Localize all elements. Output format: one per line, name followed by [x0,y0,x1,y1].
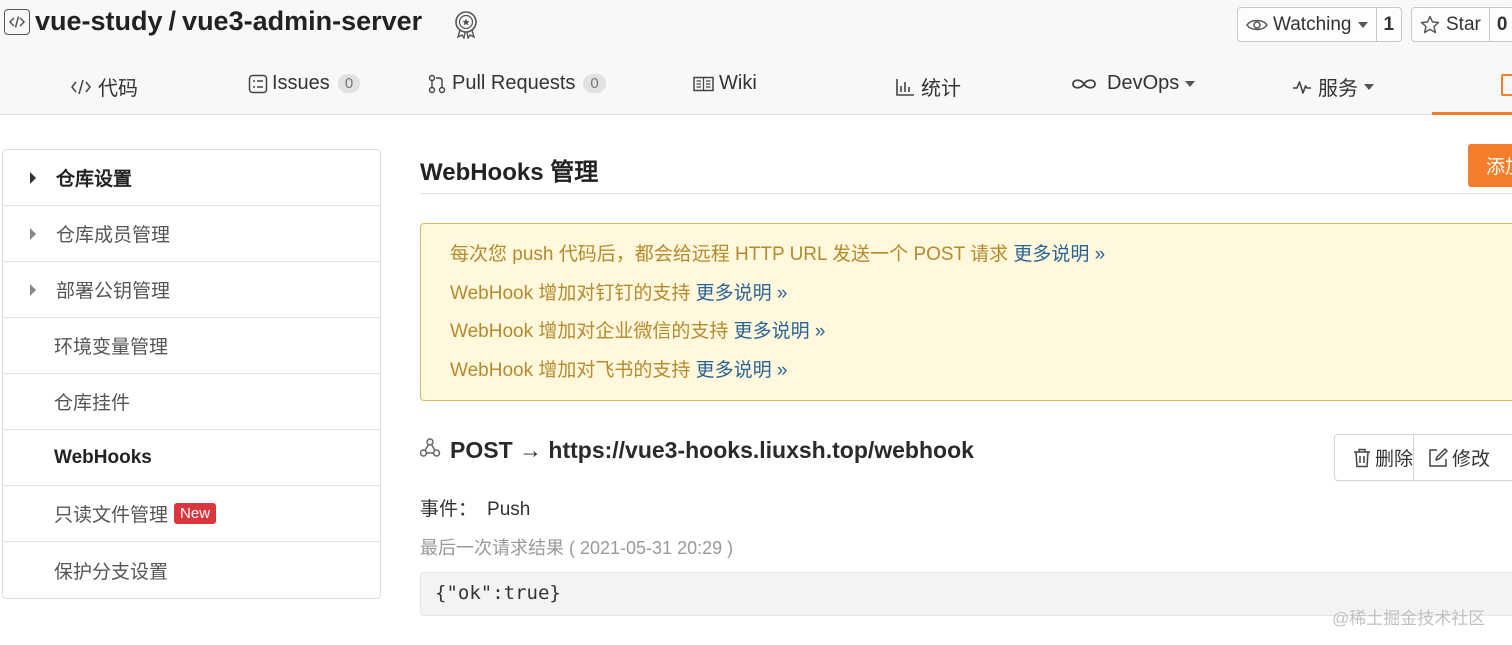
delete-label: 删除 [1375,449,1414,470]
infinity-icon [1072,78,1096,89]
sidebar-item-label: 仓库成员管理 [56,225,171,246]
sidebar-item-label: 仓库设置 [56,169,133,190]
more-info-link[interactable]: 更多说明 » [696,360,788,381]
tab-devops-label: DevOps [1107,72,1180,94]
more-info-link[interactable]: 更多说明 » [1013,244,1105,265]
edit-label: 修改 [1452,449,1491,470]
chevron-down-icon [1364,83,1374,90]
tab-issues-label: Issues [272,72,330,94]
page-title: WebHooks 管理 [420,159,599,186]
last-request-info: 最后一次请求结果 ( 2021-05-31 20:29 ) [420,538,734,558]
notice-text: WebHook 增加对企业微信的支持 [450,321,734,342]
notice-line: 每次您 push 代码后，都会给远程 HTTP URL 发送一个 POST 请求… [450,242,1512,281]
star-button[interactable]: Star [1412,8,1489,41]
tab-stats-label: 统计 [921,78,961,100]
notice-text: 每次您 push 代码后，都会给远程 HTTP URL 发送一个 POST 请求 [450,244,1014,265]
add-webhook-button[interactable]: 添加 [1468,144,1512,187]
book-icon [693,76,714,91]
sidebar-item-protected-branches[interactable]: 保护分支设置 [3,542,380,598]
notice-line: WebHook 增加对钉钉的支持 更多说明 » [450,281,1512,320]
title-divider [420,193,1512,194]
event-label: 事件： [420,499,478,520]
repo-owner-link[interactable]: vue-study [35,6,163,36]
tab-code-label: 代码 [98,78,138,100]
settings-sidebar: 仓库设置 仓库成员管理 部署公钥管理 环境变量管理 仓库挂件 WebHooks … [2,149,381,599]
sidebar-item-label: 仓库挂件 [54,393,131,414]
pulse-icon [1293,80,1311,94]
caret-right-icon [30,228,36,240]
watch-button-group: Watching 1 [1237,7,1403,42]
sidebar-item-label: 保护分支设置 [54,561,169,583]
tab-pull-requests-label: Pull Requests [452,72,576,94]
edit-webhook-button[interactable]: 修改 [1413,435,1490,480]
active-tab-indicator [1432,112,1512,115]
info-notice: 每次您 push 代码后，都会给远程 HTTP URL 发送一个 POST 请求… [420,223,1512,401]
notice-text: WebHook 增加对飞书的支持 [450,359,696,381]
chart-icon [896,78,914,96]
repo-tabs: 代码 Issues 0 Pull Requests 0 Wiki 统计 DevO… [0,60,1512,115]
sidebar-item-label: 环境变量管理 [54,337,169,358]
delete-webhook-button[interactable]: 删除 [1335,435,1413,480]
watermark: @稀土掘金技术社区 [1332,609,1486,628]
star-count[interactable]: 0 [1488,8,1512,41]
sidebar-item-env-vars[interactable]: 环境变量管理 [3,318,380,374]
tab-stats[interactable]: 统计 [895,72,961,101]
tab-wiki-label: Wiki [719,72,757,94]
repo-title: vue-study / vue3-admin-server [35,6,422,37]
repo-header: vue-study / vue3-admin-server Watching 1 S… [0,0,1512,115]
tab-code[interactable]: 代码 [70,72,138,101]
webhook-actions: 删除 修改 [1334,434,1512,481]
settings-tab-icon[interactable] [1501,74,1512,96]
edit-icon [1429,447,1448,467]
event-info: 事件： Push [420,494,530,521]
tab-pull-requests[interactable]: Pull Requests 0 [428,72,606,95]
trash-icon [1354,448,1370,467]
sidebar-item-members[interactable]: 仓库成员管理 [3,206,380,262]
sidebar-item-readonly-files[interactable]: 只读文件管理 New [3,486,380,542]
more-info-link[interactable]: 更多说明 » [734,321,826,342]
tab-issues[interactable]: Issues 0 [248,72,361,95]
notice-text: WebHook 增加对钉钉的支持 [450,282,696,304]
caret-right-icon [30,284,36,296]
pull-requests-count-badge: 0 [583,74,606,93]
tab-devops[interactable]: DevOps [1071,72,1196,95]
event-value: Push [487,499,531,520]
recommended-badge-icon[interactable] [452,9,480,39]
sidebar-item-webhooks[interactable]: WebHooks [3,430,380,486]
star-button-group: Star 0 [1411,7,1512,42]
notice-line: WebHook 增加对飞书的支持 更多说明 » [450,358,1512,397]
new-badge: New [174,503,217,524]
tab-services[interactable]: 服务 [1292,72,1374,101]
more-info-link[interactable]: 更多说明 » [696,283,788,304]
watch-label: Watching [1273,13,1352,35]
caret-right-icon [30,172,36,184]
issues-icon [248,74,268,93]
tab-services-label: 服务 [1318,78,1358,100]
watch-button[interactable]: Watching [1238,8,1375,41]
chevron-down-icon [1357,21,1368,28]
star-label: Star [1446,13,1481,35]
notice-line: WebHook 增加对企业微信的支持 更多说明 » [450,319,1512,358]
sidebar-item-repo-settings[interactable]: 仓库设置 [3,150,380,206]
eye-icon [1246,19,1268,30]
code-icon [71,79,91,94]
tab-wiki[interactable]: Wiki [693,72,757,95]
repo-separator: / [168,6,177,36]
pull-request-icon [428,74,446,93]
repo-name-link[interactable]: vue3-admin-server [182,6,422,36]
chevron-down-icon [1185,80,1196,87]
watch-count[interactable]: 1 [1375,8,1402,41]
star-icon [1420,15,1440,33]
sidebar-item-widgets[interactable]: 仓库挂件 [3,374,380,430]
sidebar-item-label: 部署公钥管理 [56,281,171,302]
repo-code-icon [4,9,30,35]
sidebar-item-deploy-keys[interactable]: 部署公钥管理 [3,262,380,318]
webhook-icon [419,438,441,457]
issues-count-badge: 0 [337,74,361,93]
sidebar-item-label: 只读文件管理 [54,505,169,526]
webhook-url[interactable]: POST → https://vue3-hooks.liuxsh.top/web… [450,437,974,464]
sidebar-item-label: WebHooks [54,446,152,468]
